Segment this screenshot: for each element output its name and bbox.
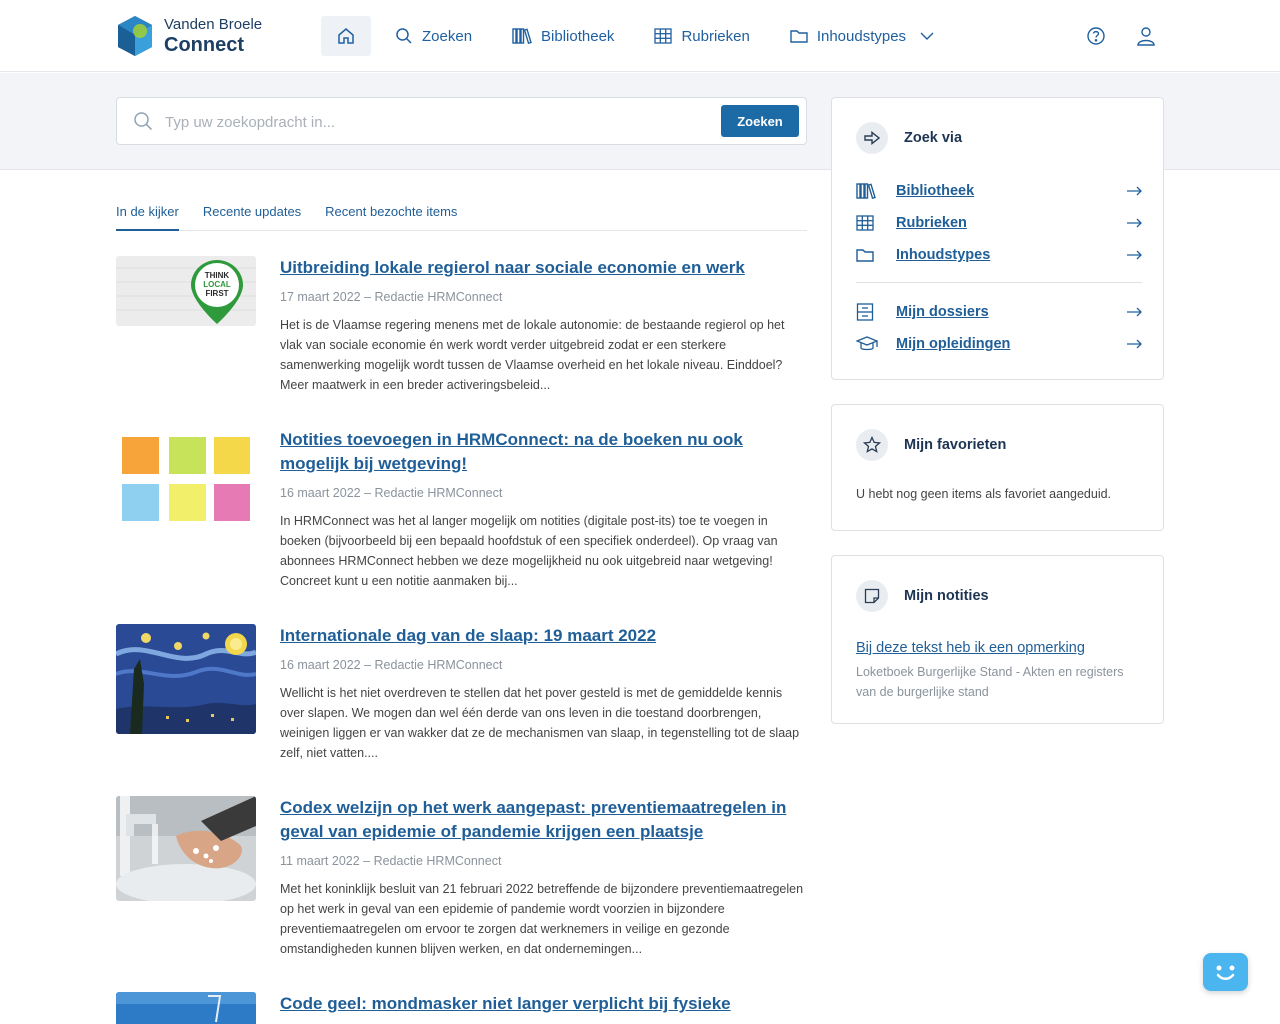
nav-item-bibliotheek[interactable]: Bibliotheek (512, 16, 614, 56)
article-thumbnail[interactable] (116, 796, 256, 901)
card-divider (856, 282, 1142, 283)
nav-item-label: Inhoudstypes (816, 27, 907, 45)
favorieten-empty-message: U hebt nog geen items als favoriet aange… (856, 487, 1112, 501)
handwashing-image (116, 796, 256, 901)
article-thumbnail[interactable] (116, 624, 256, 734)
note-source: Loketboek Burgerlijke Stand - Akten en r… (856, 665, 1124, 699)
chatbot-button[interactable] (1203, 953, 1248, 991)
zoek-via-link-mijn-opleidingen[interactable]: Mijn opleidingen (856, 332, 1142, 356)
nav-item-rubrieken[interactable]: Rubrieken (654, 16, 750, 56)
tab-recente-updates[interactable]: Recente updates (203, 201, 301, 231)
search-icon (134, 112, 153, 131)
article-excerpt: Met het koninklijk besluit van 21 februa… (280, 882, 804, 956)
article-thumbnail[interactable] (116, 428, 256, 538)
zoek-via-link-inhoudstypes[interactable]: Inhoudstypes (856, 243, 1142, 267)
books-icon (512, 28, 532, 45)
article-title-link[interactable]: Code geel: mondmasker niet langer verpli… (280, 992, 807, 1016)
link-label: Rubrieken (896, 215, 967, 231)
top-navigation-bar: Vanden Broele Connect Zoeken Bibliotheek… (0, 0, 1280, 72)
search-bar: Zoeken (116, 97, 807, 145)
arrow-right-icon (1127, 250, 1142, 260)
folder-icon (790, 30, 808, 43)
article-excerpt: Het is de Vlaamse regering menens met de… (280, 318, 785, 392)
tab-in-de-kijker[interactable]: In de kijker (116, 201, 179, 231)
nav-item-zoeken[interactable]: Zoeken (395, 16, 472, 56)
note-icon (856, 580, 888, 612)
article-excerpt: In HRMConnect was het al langer mogelijk… (280, 514, 778, 588)
thumb-text-line: FIRST (205, 289, 228, 298)
link-label: Inhoudstypes (896, 247, 991, 263)
zoek-via-link-bibliotheek[interactable]: Bibliotheek (856, 179, 1142, 203)
card-title: Zoek via (904, 130, 963, 146)
grid-icon (856, 215, 874, 231)
main-nav: Zoeken Bibliotheek Rubrieken Inhoudstype… (321, 16, 943, 56)
zoek-via-link-rubrieken[interactable]: Rubrieken (856, 211, 1142, 235)
nav-item-label: Zoeken (422, 27, 473, 45)
search-button[interactable]: Zoeken (721, 105, 799, 137)
folder-icon (856, 249, 874, 262)
brand-logo[interactable]: Vanden Broele Connect (116, 15, 262, 57)
think-local-first-image: THINK LOCAL FIRST (116, 256, 256, 326)
card-title: Mijn favorieten (904, 437, 1007, 453)
search-input[interactable] (165, 110, 705, 134)
user-icon (1137, 27, 1155, 46)
arrow-right-icon (1127, 339, 1142, 349)
favorieten-card: Mijn favorieten U hebt nog geen items al… (831, 404, 1164, 531)
article-meta: 16 maart 2022 – Redactie HRMConnect (280, 486, 503, 500)
help-button[interactable] (1086, 26, 1106, 46)
face-mask-image (116, 992, 256, 1024)
chatbot-face-icon (1216, 965, 1235, 980)
grid-icon (654, 28, 673, 44)
arrow-right-icon (1127, 307, 1142, 317)
article-thumbnail[interactable]: THINK LOCAL FIRST (116, 256, 256, 326)
brand-name-top: Vanden Broele (164, 16, 263, 33)
arrow-right-icon (1127, 186, 1142, 196)
nav-item-label: Rubrieken (681, 27, 750, 45)
graduation-cap-icon (856, 336, 878, 351)
link-label: Mijn dossiers (896, 304, 989, 320)
thumb-text-line: THINK (205, 271, 230, 280)
nav-item-label: Bibliotheek (541, 27, 615, 45)
content-tabs: In de kijker Recente updates Recent bezo… (116, 201, 807, 231)
article-title-link[interactable]: Codex welzijn op het werk aangepast: pre… (280, 796, 807, 844)
arrow-right-circle-icon (856, 122, 888, 154)
arrow-right-icon (1127, 218, 1142, 228)
header-actions (1086, 26, 1186, 46)
home-icon (338, 28, 354, 44)
note-link[interactable]: Bij deze tekst heb ik een opmerking (856, 640, 1085, 656)
link-label: Bibliotheek (896, 183, 975, 199)
brand-name-bottom: Connect (164, 34, 244, 56)
article-title-link[interactable]: Notities toevoegen in HRMConnect: na de … (280, 428, 807, 476)
thumb-text-line: LOCAL (203, 280, 231, 289)
logo-hexagon-icon (118, 16, 152, 56)
chevron-down-icon (920, 32, 934, 40)
nav-home-button[interactable] (321, 16, 371, 56)
article-meta: 17 maart 2022 – Redactie HRMConnect (280, 290, 503, 304)
notities-card: Mijn notities Bij deze tekst heb ik een … (831, 555, 1164, 724)
zoek-via-card: Zoek via Bibliotheek Rubrieken Inhoudsty… (831, 97, 1164, 380)
article-meta: 16 maart 2022 – Redactie HRMConnect (280, 658, 503, 672)
starry-night-image (116, 624, 256, 734)
account-button[interactable] (1136, 26, 1156, 46)
search-icon (396, 28, 412, 44)
zoek-via-link-mijn-dossiers[interactable]: Mijn dossiers (856, 300, 1142, 324)
tab-recent-bezochte-items[interactable]: Recent bezochte items (325, 201, 457, 231)
article-excerpt: Wellicht is het niet overdreven te stell… (280, 686, 800, 760)
help-icon (1087, 27, 1105, 45)
link-label: Mijn opleidingen (896, 336, 1011, 352)
sticky-notes-image (116, 428, 256, 538)
star-icon (856, 429, 888, 461)
nav-item-inhoudstypes[interactable]: Inhoudstypes (790, 16, 943, 56)
card-title: Mijn notities (904, 588, 989, 604)
books-icon (856, 183, 876, 200)
article-thumbnail[interactable] (116, 992, 256, 1024)
article-meta: 11 maart 2022 – Redactie HRMConnect (280, 854, 502, 868)
article-title-link[interactable]: Internationale dag van de slaap: 19 maar… (280, 624, 807, 648)
archive-icon (856, 303, 874, 321)
article-title-link[interactable]: Uitbreiding lokale regierol naar sociale… (280, 256, 807, 280)
